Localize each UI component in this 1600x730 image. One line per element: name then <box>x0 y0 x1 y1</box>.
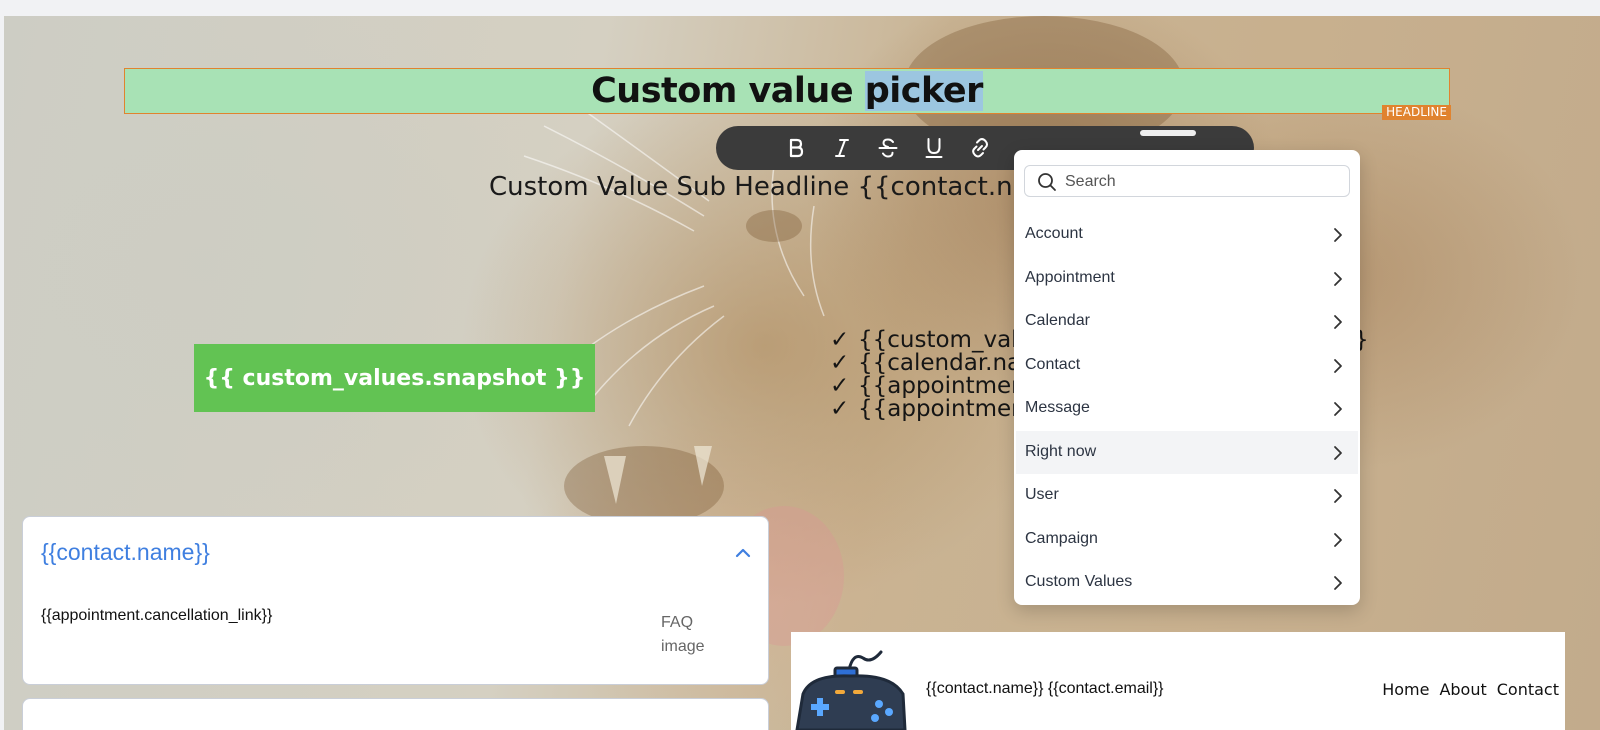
footer-nav: Home About Contact <box>1382 680 1559 699</box>
page-canvas: Custom value picker HEADLINE Custom Valu… <box>4 16 1600 730</box>
nav-link-contact[interactable]: Contact <box>1497 680 1559 699</box>
picker-item-custom-values[interactable]: Custom Values <box>1016 561 1358 605</box>
picker-item-appointment[interactable]: Appointment <box>1016 257 1358 301</box>
faq-item[interactable]: {{contact.name}} {{appointment.cancellat… <box>22 516 769 685</box>
footer-contact-info: {{contact.name}} {{contact.email}} <box>926 680 1164 697</box>
picker-item-label: Campaign <box>1025 529 1098 547</box>
headline-text-plain: Custom value <box>591 71 865 111</box>
check-icon: ✓ <box>830 373 850 399</box>
picker-item-label: Account <box>1025 225 1083 242</box>
chevron-right-icon <box>1334 445 1342 460</box>
footer-navbar: {{contact.name}} {{contact.email}} Home … <box>791 632 1565 730</box>
faq-answer: {{appointment.cancellation_link}} <box>41 607 273 624</box>
picker-category-list: Account Appointment Calendar Contact Mes… <box>1016 213 1358 605</box>
strikethrough-icon[interactable] <box>876 136 900 160</box>
nav-link-home[interactable]: Home <box>1382 680 1429 699</box>
picker-item-calendar[interactable]: Calendar <box>1016 300 1358 344</box>
faq-image-broken: FAQ image <box>661 614 705 655</box>
toolbar-handle <box>1140 130 1196 136</box>
chevron-right-icon <box>1334 402 1342 416</box>
picker-item-campaign[interactable]: Campaign <box>1016 518 1358 562</box>
gamepad-logo-icon <box>795 650 907 730</box>
nav-link-about[interactable]: About <box>1439 680 1486 699</box>
cta-button[interactable]: {{ custom_values.snapshot }} <box>194 344 595 412</box>
link-icon[interactable] <box>968 136 992 160</box>
chevron-right-icon <box>1334 358 1342 373</box>
picker-item-label: Message <box>1025 399 1090 416</box>
chevron-right-icon <box>1334 228 1342 242</box>
list-item-text: {{appointmen <box>858 396 1026 422</box>
headline-text[interactable]: Custom value picker <box>591 71 983 111</box>
picker-item-right-now[interactable]: Right now <box>1016 430 1358 474</box>
faq-item[interactable] <box>22 698 769 730</box>
picker-item-user[interactable]: User <box>1016 474 1358 518</box>
search-field[interactable] <box>1024 165 1350 197</box>
sub-headline[interactable]: Custom Value Sub Headline {{contact.na <box>489 172 1029 202</box>
check-icon: ✓ <box>830 350 850 376</box>
underline-icon[interactable] <box>922 136 946 160</box>
element-type-tag: HEADLINE <box>1382 105 1451 120</box>
chevron-right-icon <box>1334 315 1342 329</box>
picker-item-contact[interactable]: Contact <box>1016 344 1358 388</box>
italic-icon[interactable] <box>830 136 854 160</box>
picker-item-label: Contact <box>1025 355 1081 373</box>
check-icon: ✓ <box>830 396 850 422</box>
picker-item-account[interactable]: Account <box>1016 213 1358 257</box>
search-icon <box>1038 173 1056 191</box>
picker-item-label: User <box>1025 486 1059 503</box>
check-icon: ✓ <box>830 327 850 353</box>
picker-item-label: Appointment <box>1025 268 1115 286</box>
custom-value-picker-dropdown: Account Appointment Calendar Contact Mes… <box>1014 150 1360 605</box>
chevron-right-icon <box>1334 576 1342 590</box>
picker-item-label: Custom Values <box>1025 573 1133 590</box>
chevron-up-icon[interactable] <box>734 544 752 562</box>
headline-selected-text: picker <box>864 71 983 111</box>
picker-item-label: Calendar <box>1025 312 1090 329</box>
headline-element[interactable]: Custom value picker HEADLINE <box>124 68 1451 120</box>
chevron-right-icon <box>1334 532 1342 547</box>
chevron-right-icon <box>1334 489 1342 503</box>
chevron-right-icon <box>1334 271 1342 286</box>
picker-item-message[interactable]: Message <box>1016 387 1358 431</box>
faq-question[interactable]: {{contact.name}} <box>41 539 210 566</box>
search-input[interactable] <box>1063 170 1347 194</box>
picker-item-label: Right now <box>1025 442 1097 460</box>
bold-icon[interactable] <box>784 136 808 160</box>
